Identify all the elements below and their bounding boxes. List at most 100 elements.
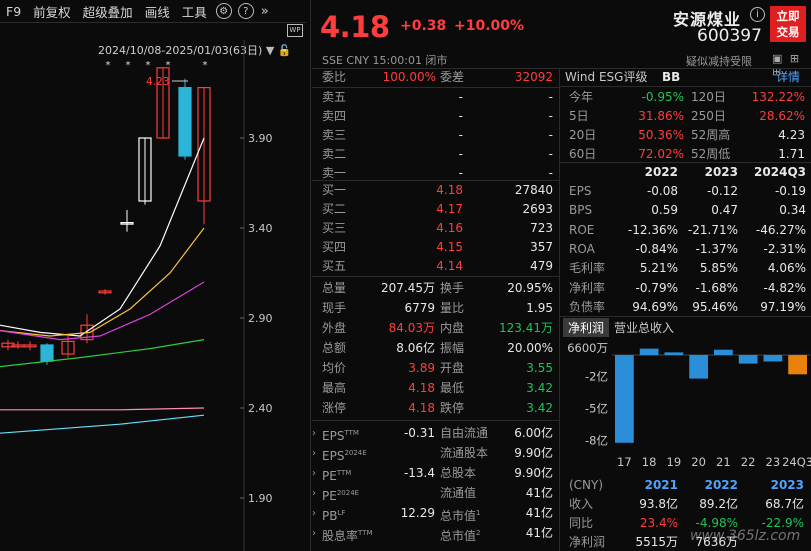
valuation-label: PETTM	[322, 469, 352, 483]
esg-detail-link[interactable]: 详情	[776, 68, 800, 86]
expand-icon[interactable]: ›	[312, 485, 316, 503]
bid-level-label: 买三	[322, 221, 347, 235]
valuation-value: 6.00亿	[514, 426, 553, 440]
ask-level-label: 卖二	[322, 147, 347, 161]
stat-value: 3.42	[526, 401, 553, 415]
stat-label: 内盘	[440, 321, 465, 335]
bid-volume: 357	[530, 240, 553, 254]
profit-bar[interactable]	[714, 349, 733, 356]
return-label: 20日	[569, 128, 597, 142]
bid-level-label: 买四	[322, 240, 347, 254]
valuation-value	[370, 484, 435, 502]
candle-body	[40, 344, 54, 362]
stat-value: 4.18	[408, 381, 435, 395]
trade-button[interactable]: 立即 交易	[770, 6, 806, 42]
stat-label: 换手	[440, 281, 465, 295]
valuation-value: 9.90亿	[514, 446, 553, 460]
info-icon[interactable]: i	[750, 7, 765, 22]
profit-tabs: 净利润 营业总收入	[563, 318, 679, 337]
valuation-label: 股息率TTM	[322, 529, 373, 543]
event-marker: *	[126, 60, 131, 71]
last-price: 4.18	[320, 10, 390, 44]
expand-icon[interactable]: »	[261, 4, 269, 19]
return-value: 50.36%	[638, 128, 684, 142]
valuation-value	[370, 444, 435, 462]
indicator-line-pink	[0, 407, 205, 411]
toolbar-draw[interactable]: 画线	[139, 2, 176, 21]
toolbar-tools[interactable]: 工具	[176, 2, 213, 21]
return-value: 31.86%	[638, 109, 684, 123]
kline-chart[interactable]: 3.90 3.40 2.90 2.40 1.90 * * * * * 4.23	[0, 40, 306, 551]
income-value: 5515万	[635, 535, 678, 549]
return-value: 28.62%	[759, 109, 805, 123]
fund-label: EPS	[569, 184, 592, 198]
valuation-value: -13.4	[403, 466, 435, 480]
income-value: 89.2亿	[699, 497, 738, 511]
valuation-value: 41亿	[525, 506, 553, 520]
help-icon[interactable]: ?	[237, 3, 254, 19]
fund-value: -0.84%	[635, 241, 678, 256]
profit-bar[interactable]	[763, 355, 783, 362]
expand-icon[interactable]: ›	[312, 425, 316, 443]
fund-value: -46.27%	[755, 222, 806, 237]
expand-icon[interactable]: ›	[312, 505, 316, 523]
profit-bar[interactable]	[664, 352, 684, 356]
profit-bar[interactable]	[788, 355, 807, 375]
x-tick-label: 23	[766, 455, 781, 469]
market-meta: SSE CNY 15:00:01 闭市	[322, 54, 448, 67]
ma60-line	[0, 339, 205, 368]
fund-value: 0.59	[651, 203, 678, 218]
stat-label: 最低	[440, 381, 465, 395]
income-year: 2023	[770, 478, 804, 492]
valuation-label: PBLF	[322, 509, 346, 523]
fund-value: 95.46%	[692, 299, 738, 314]
year-header: 2023	[704, 165, 738, 179]
toolbar-adjust[interactable]: 前复权	[27, 2, 77, 21]
valuation-value: 41亿	[525, 486, 553, 500]
ma5-line	[0, 137, 205, 337]
expand-icon[interactable]: ›	[312, 465, 316, 483]
event-marker: *	[166, 60, 171, 71]
fund-label: 负债率	[569, 299, 606, 314]
y-tick-label: -5亿	[585, 402, 608, 416]
return-value: -0.95%	[641, 90, 684, 104]
fund-value: 5.85%	[699, 261, 738, 276]
fund-value: -0.08	[646, 184, 678, 198]
fund-label: BPS	[569, 203, 593, 218]
profit-bar[interactable]	[615, 355, 634, 443]
valuation-label: 总市值1	[440, 509, 481, 523]
ask-volume: -	[548, 147, 553, 161]
settings-icon[interactable]: ⚙	[215, 3, 232, 19]
stat-value: 3.42	[526, 381, 553, 395]
profit-bar[interactable]	[639, 348, 659, 356]
toolbar-f9[interactable]: F9	[0, 4, 27, 19]
bid-price: 4.14	[436, 259, 463, 273]
valuation-value: -0.31	[403, 426, 435, 440]
ask-level-label: 卖三	[322, 128, 347, 142]
toolbar-overlay[interactable]: 超级叠加	[77, 2, 139, 21]
valuation-label: PE2024E	[322, 489, 360, 503]
wp-icon[interactable]: WP	[287, 24, 303, 37]
bid-volume: 2693	[522, 202, 553, 216]
weicha-value: 32092	[514, 70, 553, 84]
weibi-value: 100.00%	[382, 70, 436, 84]
profit-bar[interactable]	[689, 355, 708, 379]
price-tick-label: 2.90	[248, 312, 273, 325]
profit-bar[interactable]	[738, 355, 758, 364]
expand-icon[interactable]: ›	[312, 525, 316, 543]
valuation-label: 流通值	[440, 486, 477, 500]
valuation-value	[370, 524, 435, 542]
high-price-label: 4.23	[146, 76, 169, 88]
y-tick-label: -2亿	[585, 369, 608, 383]
stat-value: 3.89	[408, 361, 435, 375]
stat-value: 20.95%	[507, 281, 553, 295]
expand-icon[interactable]: ›	[312, 445, 316, 463]
watermark: www.365lz.com	[690, 528, 801, 544]
stat-value: 3.55	[526, 361, 553, 375]
ask-volume: -	[548, 109, 553, 123]
ask-price: -	[458, 90, 463, 104]
tab-net-profit[interactable]: 净利润	[563, 318, 610, 337]
tab-revenue[interactable]: 营业总收入	[609, 318, 679, 337]
fund-value: -1.68%	[695, 280, 738, 295]
return-label: 今年	[569, 90, 594, 104]
